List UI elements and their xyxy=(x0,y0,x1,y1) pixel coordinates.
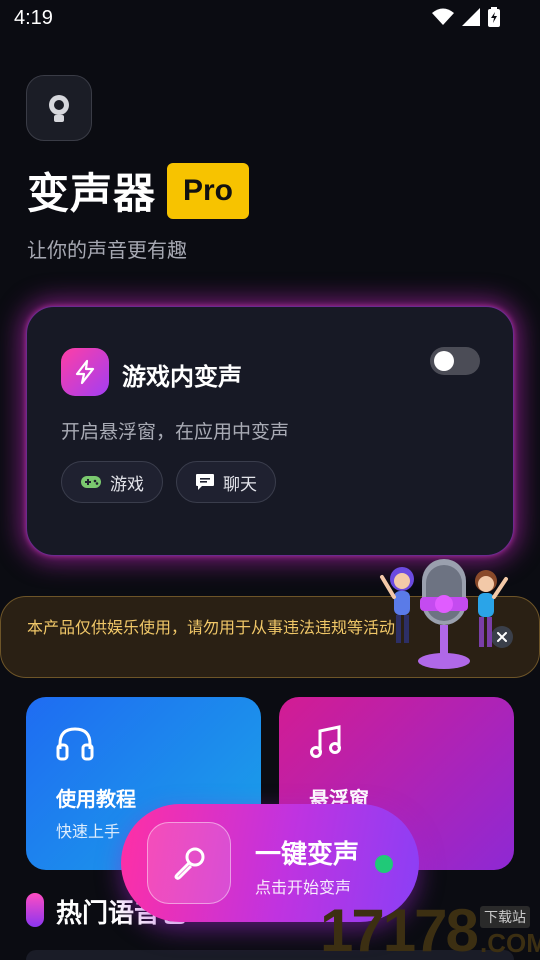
fab-icon xyxy=(147,822,231,904)
fab-subtitle: 点击开始变声 xyxy=(255,878,352,897)
lightning-icon xyxy=(75,359,95,385)
watermark-domain: .COM xyxy=(480,928,540,958)
fab-title: 一键变声 xyxy=(255,840,360,870)
chip-game[interactable]: 游戏 xyxy=(61,461,163,503)
watermark-number: 17178 xyxy=(320,897,479,960)
status-dot xyxy=(375,855,393,873)
disclaimer-text: 本产品仅供娱乐使用，请勿用于从事违法违规等活动 xyxy=(27,618,396,637)
headphones-icon xyxy=(56,727,94,761)
ingame-toggle[interactable] xyxy=(430,347,480,375)
pro-badge[interactable]: Pro xyxy=(167,163,249,219)
status-time: 4:19 xyxy=(14,7,53,29)
app-subtitle: 让你的声音更有趣 xyxy=(27,238,187,262)
app-title: 变声器 xyxy=(27,169,157,218)
status-bar: 4:19 xyxy=(0,0,540,38)
card-description: 开启悬浮窗，在应用中变声 xyxy=(61,421,290,443)
watermark: 17178 下载站 .COM xyxy=(316,896,540,960)
card-icon xyxy=(61,348,109,396)
wifi-icon xyxy=(432,8,454,25)
watermark-tag: 下载站 xyxy=(480,906,530,928)
app-logo xyxy=(26,75,92,141)
tutorial-subtitle: 快速上手 xyxy=(56,822,121,841)
mic-icon xyxy=(49,95,69,122)
chip-chat-label: 聊天 xyxy=(223,474,257,495)
music-note-icon xyxy=(310,725,341,758)
signal-icon xyxy=(462,8,480,26)
microphone-icon xyxy=(174,847,205,880)
mascot-illustration xyxy=(380,559,508,669)
gamepad-icon xyxy=(81,476,101,488)
tutorial-title: 使用教程 xyxy=(56,787,136,811)
battery-icon xyxy=(488,7,500,27)
chip-game-label: 游戏 xyxy=(110,474,144,495)
ingame-voice-card[interactable]: 游戏内变声 开启悬浮窗，在应用中变声 游戏 聊天 xyxy=(26,306,514,556)
toggle-knob xyxy=(434,351,454,371)
section-accent-bar xyxy=(26,893,44,927)
status-icons xyxy=(432,7,500,27)
card-title: 游戏内变声 xyxy=(122,363,242,391)
chat-icon xyxy=(196,474,214,490)
chip-chat[interactable]: 聊天 xyxy=(176,461,276,503)
